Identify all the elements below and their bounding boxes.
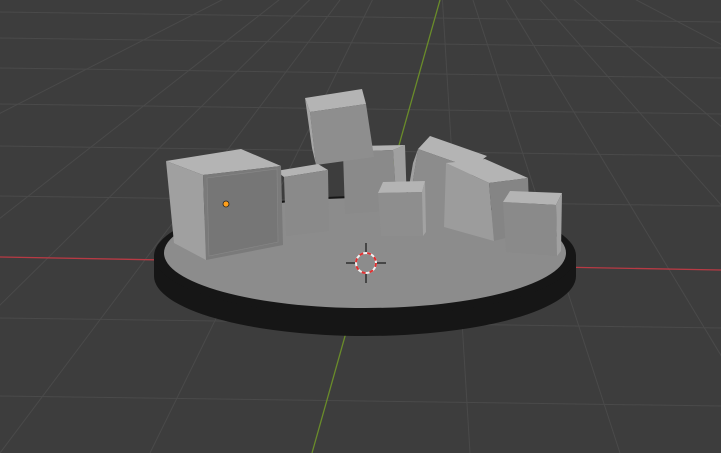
cube[interactable] (305, 89, 374, 165)
cube-active[interactable] (166, 149, 283, 260)
origin-point-icon (222, 200, 230, 208)
cube[interactable] (503, 191, 562, 256)
cube[interactable] (378, 181, 426, 236)
viewport-canvas[interactable] (0, 0, 721, 453)
3d-viewport[interactable] (0, 0, 721, 453)
